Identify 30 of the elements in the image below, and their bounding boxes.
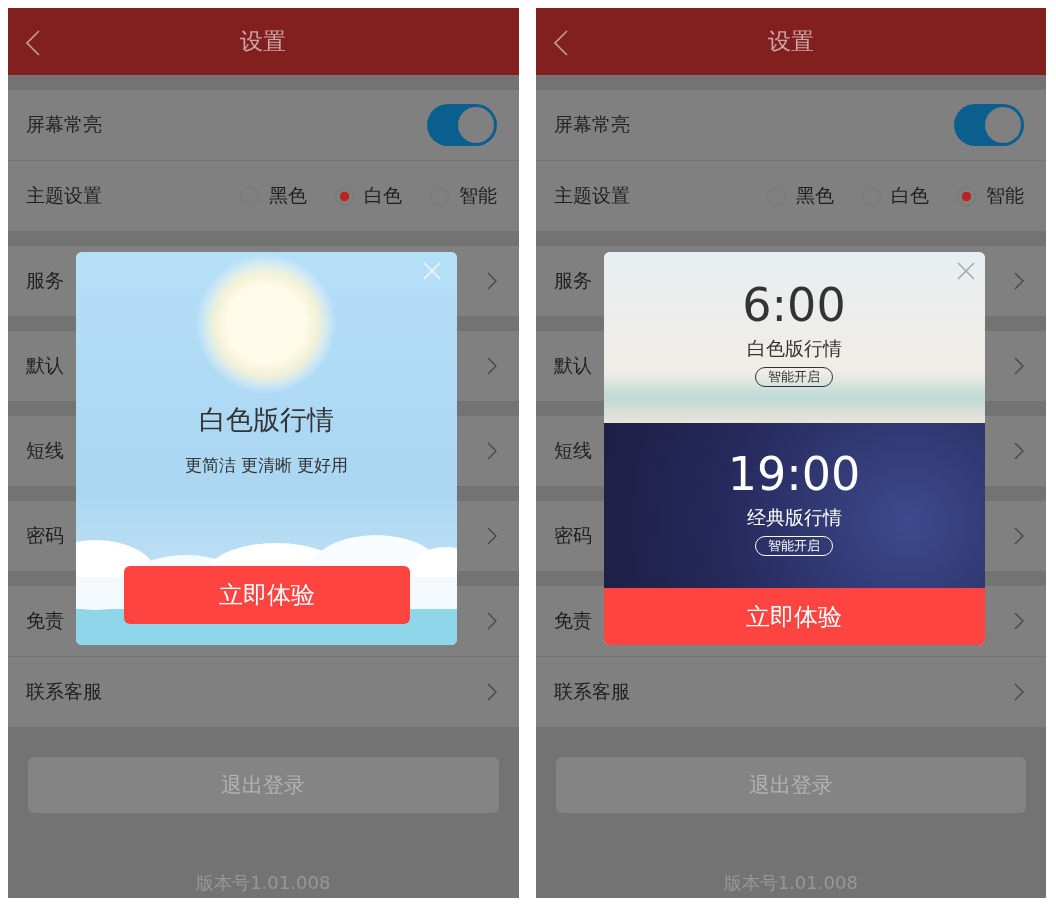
setting-label: 密码 — [553, 523, 592, 548]
setting-label: 联系客服 — [553, 679, 630, 704]
setting-label: 短线 — [26, 438, 64, 463]
dialog-title: 白色版行情 — [198, 403, 335, 437]
theme-title: 经典版行情 — [746, 505, 842, 530]
time-label: 6:00 — [742, 282, 846, 328]
radio-label: 黑色 — [268, 183, 307, 208]
setting-label: 默认 — [26, 353, 64, 378]
setting-label: 免责 — [553, 608, 592, 633]
theme-title: 白色版行情 — [746, 336, 842, 361]
setting-label: 服务 — [26, 268, 64, 293]
dialog-subtitle: 更简洁 更清晰 更好用 — [183, 454, 350, 477]
setting-label: 默认 — [553, 353, 592, 378]
screen-title: 设置 — [767, 27, 814, 56]
screen-title: 设置 — [240, 27, 287, 56]
setting-label: 免责 — [26, 608, 64, 633]
setting-label: 密码 — [26, 523, 64, 548]
setting-label: 屏幕常亮 — [553, 112, 630, 137]
radio-label: 白色 — [891, 183, 929, 208]
setting-label: 主题设置 — [26, 183, 102, 208]
setting-label: 短线 — [553, 438, 592, 463]
time-label: 19:00 — [727, 451, 861, 497]
radio-label: 白色 — [363, 183, 402, 208]
radio-label: 智能 — [458, 183, 497, 208]
setting-label: 服务 — [553, 268, 592, 293]
setting-label: 联系客服 — [26, 679, 102, 704]
radio-label: 智能 — [986, 183, 1024, 208]
radio-label: 黑色 — [796, 183, 834, 208]
setting-label: 主题设置 — [553, 183, 630, 208]
setting-label: 屏幕常亮 — [26, 112, 102, 137]
